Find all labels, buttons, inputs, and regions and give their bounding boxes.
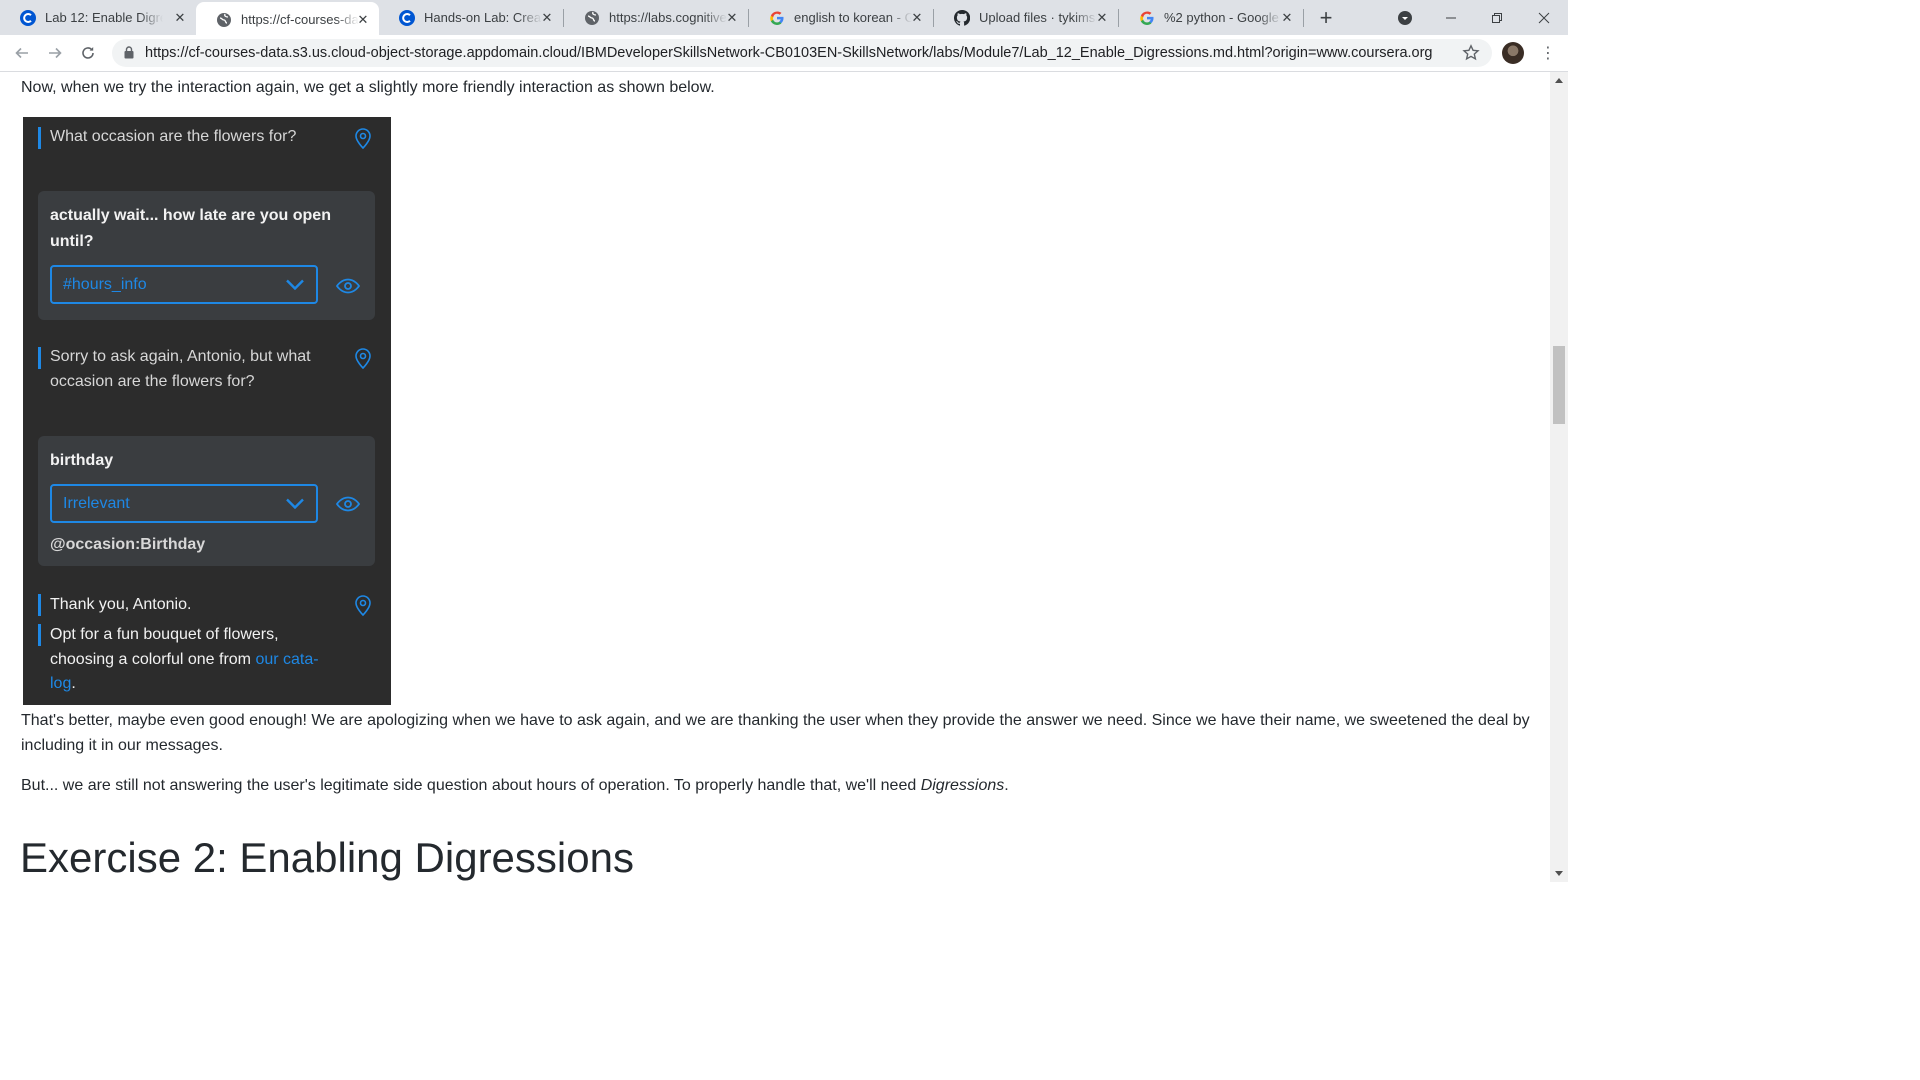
bot-reco-line-1: Opt for a fun bouquet of flowers, bbox=[50, 626, 279, 643]
bot-message-bar bbox=[38, 624, 41, 646]
address-bar[interactable]: https://cf-courses-data.s3.us.cloud-obje… bbox=[112, 39, 1492, 67]
bot-reco-line-2: choosing a colorful one from our cata- bbox=[50, 648, 319, 672]
page-content: Now, when we try the interaction again, … bbox=[0, 72, 1550, 882]
arrow-left-icon bbox=[15, 47, 28, 59]
bot-message-line-2: occasion are the flowers for? bbox=[50, 373, 255, 390]
github-icon bbox=[954, 9, 970, 26]
chevron-down-icon bbox=[1398, 10, 1412, 25]
tab-english-to-korean[interactable]: english to korean - Google ✕ bbox=[749, 0, 933, 35]
user-message: birthday bbox=[50, 452, 114, 469]
coursera-icon bbox=[399, 9, 415, 26]
bot-message-bar bbox=[38, 127, 41, 149]
menu-kebab-icon[interactable]: ⋮ bbox=[1540, 45, 1556, 63]
bot-reco-text: choosing a colorful one from bbox=[50, 651, 256, 668]
chevron-down-icon bbox=[286, 498, 304, 509]
page-scrollbar[interactable] bbox=[1550, 72, 1568, 882]
lock-icon bbox=[124, 46, 134, 64]
close-icon bbox=[1538, 12, 1550, 23]
user-message-card: birthday Irrelevant @occasion:Birthday bbox=[38, 436, 375, 566]
google-icon bbox=[769, 10, 785, 26]
globe-icon bbox=[584, 10, 600, 26]
browser-toolbar: https://cf-courses-data.s3.us.cloud-obje… bbox=[0, 35, 1568, 72]
tab-hands-on-lab[interactable]: Hands-on Lab: Creating ✕ bbox=[379, 0, 563, 35]
reload-icon bbox=[82, 47, 94, 59]
close-icon[interactable]: ✕ bbox=[172, 10, 188, 26]
chevron-down-icon bbox=[286, 279, 304, 290]
close-icon[interactable]: ✕ bbox=[1094, 10, 1110, 26]
body-paragraph: But... we are still not answering the us… bbox=[21, 773, 1009, 798]
location-pin-icon bbox=[355, 348, 371, 370]
tab-labs-cognitive[interactable]: https://labs.cognitiveclass ✕ bbox=[564, 0, 748, 35]
arrow-right-icon bbox=[49, 47, 62, 59]
bot-message-line-1: Sorry to ask again, Antonio, but what bbox=[50, 348, 311, 365]
bot-reco-end: . bbox=[71, 675, 76, 692]
catalog-link[interactable]: our cata- bbox=[255, 651, 318, 668]
url-text[interactable]: https://cf-courses-data.s3.us.cloud-obje… bbox=[145, 45, 1433, 61]
globe-icon bbox=[216, 12, 232, 28]
forward-button[interactable] bbox=[43, 41, 67, 65]
profile-avatar[interactable] bbox=[1502, 42, 1524, 64]
bot-thanks-message: Thank you, Antonio. bbox=[50, 596, 192, 613]
intro-paragraph: Now, when we try the interaction again, … bbox=[21, 79, 715, 96]
back-button[interactable] bbox=[10, 41, 34, 65]
dialog-screenshot: What occasion are the flowers for? actua… bbox=[23, 117, 391, 705]
location-pin-icon bbox=[355, 595, 371, 617]
user-message-card: actually wait... how late are you open u… bbox=[38, 191, 375, 320]
restore-button[interactable] bbox=[1474, 0, 1520, 35]
reload-button[interactable] bbox=[76, 41, 100, 65]
tab-upload-files[interactable]: Upload files · tykims3 ✕ bbox=[934, 0, 1118, 35]
paragraph-text: But... we are still not answering the us… bbox=[21, 777, 921, 794]
bot-message-bar bbox=[38, 594, 41, 616]
paragraph-end: . bbox=[1004, 777, 1009, 794]
section-heading: Exercise 2: Enabling Digressions bbox=[20, 834, 634, 881]
scroll-down-icon[interactable] bbox=[1555, 871, 1563, 876]
intent-value: #hours_info bbox=[63, 276, 147, 293]
close-icon[interactable]: ✕ bbox=[724, 10, 740, 26]
close-icon[interactable]: ✕ bbox=[539, 10, 555, 26]
bot-reco-line-3: log. bbox=[50, 672, 76, 696]
bot-message-bar bbox=[38, 347, 41, 369]
minimize-icon bbox=[1446, 17, 1456, 18]
intent-dropdown[interactable]: Irrelevant bbox=[50, 484, 318, 523]
close-icon[interactable]: ✕ bbox=[909, 10, 925, 26]
new-tab-button[interactable]: + bbox=[1303, 0, 1349, 35]
eye-icon[interactable] bbox=[336, 496, 360, 512]
close-icon[interactable]: ✕ bbox=[1279, 10, 1295, 26]
user-message: actually wait... how late are you open u… bbox=[50, 207, 331, 250]
intent-value: Irrelevant bbox=[63, 495, 130, 512]
tab-search-button[interactable] bbox=[1382, 0, 1428, 35]
google-icon bbox=[1139, 10, 1155, 26]
tab-cf-courses[interactable]: https://cf-courses-data.s3 ✕ bbox=[196, 2, 379, 37]
tab-python-search[interactable]: %2 python - Google Search ✕ bbox=[1119, 0, 1303, 35]
tab-lab-12[interactable]: Lab 12: Enable Digressions ✕ bbox=[0, 0, 196, 35]
scroll-thumb[interactable] bbox=[1553, 346, 1565, 424]
intent-dropdown[interactable]: #hours_info bbox=[50, 265, 318, 304]
emphasis-text: Digressions bbox=[920, 777, 1005, 794]
bot-message: What occasion are the flowers for? bbox=[50, 128, 297, 145]
eye-icon[interactable] bbox=[336, 278, 360, 294]
catalog-link[interactable]: log bbox=[50, 675, 71, 692]
scroll-up-icon[interactable] bbox=[1555, 78, 1563, 83]
entity-value: @occasion:Birthday bbox=[50, 536, 206, 553]
restore-icon bbox=[1492, 12, 1502, 23]
body-paragraph: That's better, maybe even good enough! W… bbox=[21, 712, 1530, 754]
tab-strip: Lab 12: Enable Digressions ✕ https://cf-… bbox=[0, 0, 1568, 37]
minimize-button[interactable] bbox=[1428, 0, 1474, 35]
close-icon[interactable]: ✕ bbox=[355, 12, 371, 28]
coursera-icon bbox=[20, 9, 36, 26]
close-window-button[interactable] bbox=[1521, 0, 1567, 35]
location-pin-icon bbox=[355, 128, 371, 150]
bookmark-star-icon[interactable] bbox=[1462, 44, 1480, 67]
